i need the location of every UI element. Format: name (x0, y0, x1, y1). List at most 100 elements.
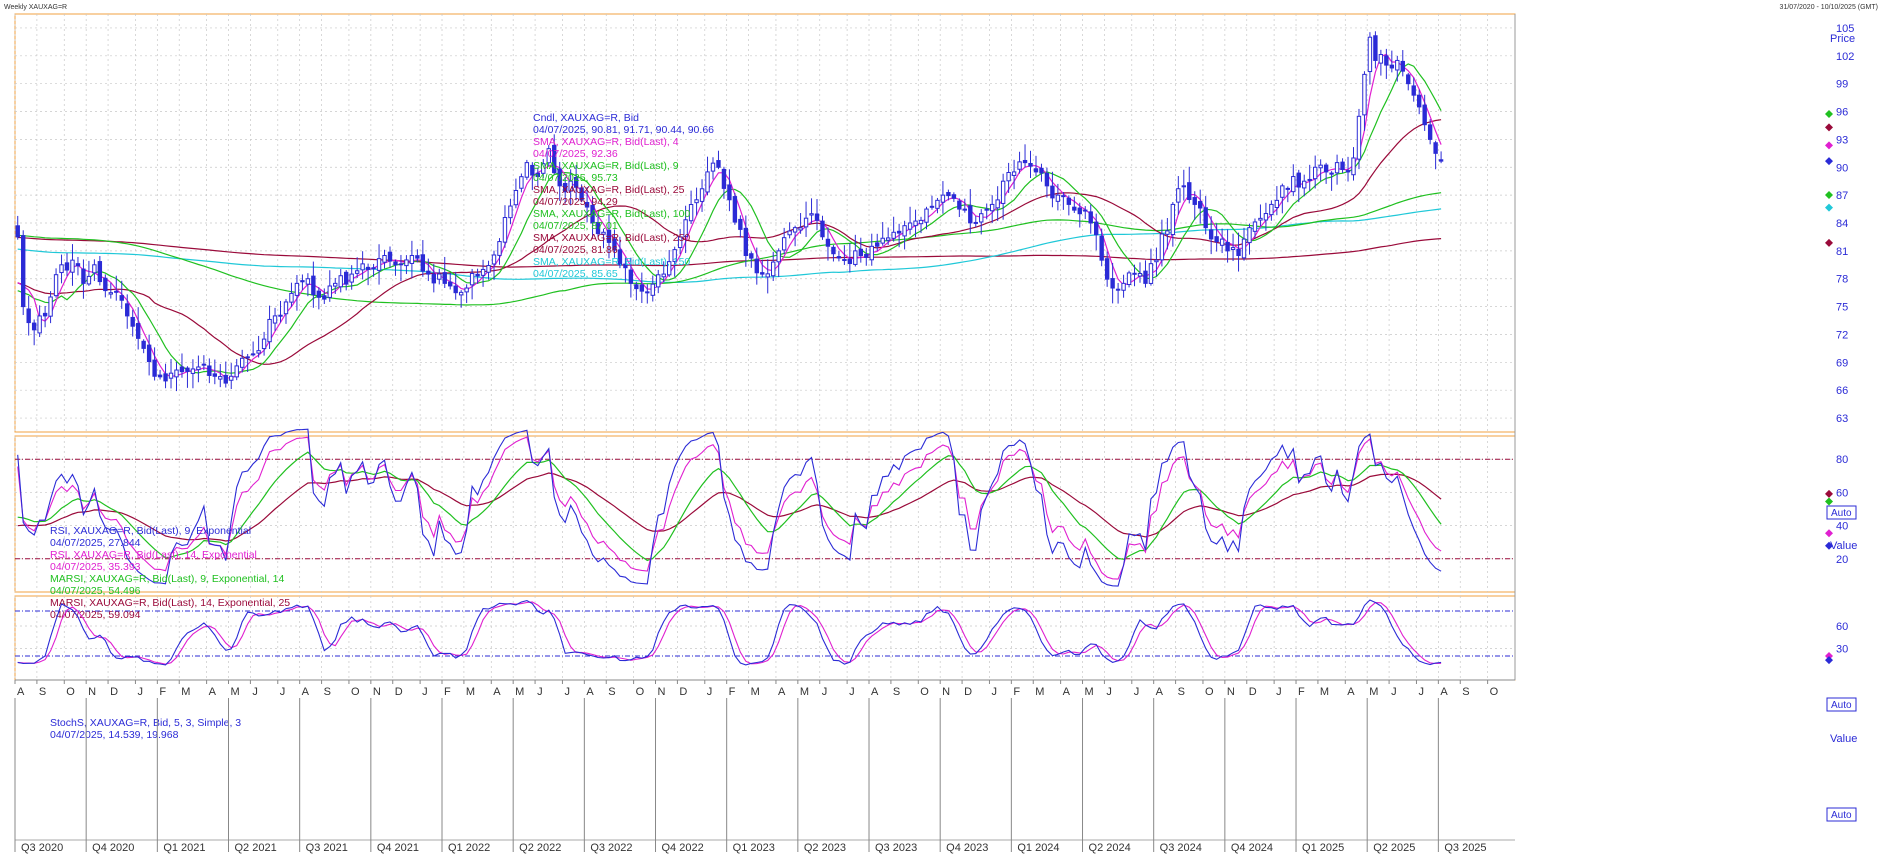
x-month-tick-34: J (822, 686, 828, 698)
price-y-tick-96: 96 (1836, 107, 1848, 119)
price-y-tick-93: 93 (1836, 134, 1848, 146)
candle (1126, 270, 1132, 288)
x-month-tick-16: D (395, 686, 403, 698)
x-month-tick-42: F (1013, 686, 1020, 698)
price-axis-label: Price (1830, 33, 1855, 45)
rsi-y-tick-40: 40 (1836, 521, 1848, 533)
rsi-legend-name-2: MARSI, XAUXAG=R, Bid(Last), 9, Exponenti… (50, 573, 284, 585)
x-quarter-tick-1: Q4 2020 (92, 842, 134, 854)
x-month-tick-21: M (515, 686, 524, 698)
stoch-auto-label: Auto (1831, 810, 1852, 821)
stoch-legend-value-0: 04/07/2025, 14.539, 19.968 (50, 729, 179, 741)
x-month-tick-19: M (466, 686, 475, 698)
x-quarter-tick-20: Q3 2025 (1444, 842, 1486, 854)
x-month-tick-20: A (493, 686, 501, 698)
x-month-tick-23: J (564, 686, 570, 698)
x-month-tick-32: A (778, 686, 786, 698)
rsi-legend-name-0: RSI, XAUXAG=R, Bid(Last), 9, Exponential (50, 525, 251, 537)
x-month-tick-17: J (422, 686, 428, 698)
x-month-tick-30: F (729, 686, 736, 698)
x-month-tick-14: O (351, 686, 360, 698)
x-quarter-tick-4: Q3 2021 (306, 842, 348, 854)
x-quarter-tick-10: Q1 2023 (733, 842, 775, 854)
x-month-tick-62: O (1490, 686, 1499, 698)
stoch-auto-button[interactable]: Auto (1826, 807, 1857, 822)
chart-background (0, 0, 1882, 858)
x-month-tick-5: J (137, 686, 143, 698)
rsi-auto-button[interactable]: Auto (1826, 697, 1857, 712)
x-month-tick-3: N (88, 686, 96, 698)
price-legend-value-2: 04/07/2025, 95.73 (533, 172, 618, 184)
price-y-tick-78: 78 (1836, 274, 1848, 286)
x-month-tick-61: S (1462, 686, 1469, 698)
x-month-tick-45: M (1085, 686, 1094, 698)
x-quarter-tick-7: Q2 2022 (519, 842, 561, 854)
price-legend-value-1: 04/07/2025, 92.36 (533, 148, 618, 160)
x-month-tick-38: O (920, 686, 929, 698)
x-month-tick-54: F (1298, 686, 1305, 698)
x-month-tick-27: N (658, 686, 666, 698)
price-y-tick-69: 69 (1836, 357, 1848, 369)
x-month-tick-39: N (942, 686, 950, 698)
x-month-tick-33: M (800, 686, 809, 698)
price-legend-value-3: 04/07/2025, 94.29 (533, 196, 618, 208)
x-month-tick-24: A (586, 686, 594, 698)
price-legend-name-1: SMA, XAUXAG=R, Bid(Last), 4 (533, 136, 679, 148)
x-month-tick-51: N (1227, 686, 1235, 698)
x-month-tick-56: A (1347, 686, 1355, 698)
stoch-y-tick-60: 60 (1836, 621, 1848, 633)
x-month-tick-28: D (679, 686, 687, 698)
price-y-tick-99: 99 (1836, 79, 1848, 91)
window-title: Weekly XAUXAG=R (4, 4, 67, 11)
x-month-tick-10: J (252, 686, 258, 698)
x-month-tick-44: A (1063, 686, 1071, 698)
price-auto-label: Auto (1831, 508, 1852, 519)
price-legend-name-5: SMA, XAUXAG=R, Bid(Last), 250 (533, 232, 690, 244)
x-quarter-tick-8: Q3 2022 (590, 842, 632, 854)
x-month-tick-12: A (302, 686, 310, 698)
x-quarter-tick-18: Q1 2025 (1302, 842, 1344, 854)
x-month-tick-35: J (849, 686, 855, 698)
rsi-legend-value-2: 04/07/2025, 54.496 (50, 585, 141, 597)
stoch-axis-label: Value (1830, 733, 1857, 745)
x-month-tick-52: D (1249, 686, 1257, 698)
price-y-tick-84: 84 (1836, 218, 1848, 230)
rsi-legend-name-1: RSI, XAUXAG=R, Bid(Last), 14, Exponentia… (50, 549, 257, 561)
x-month-tick-7: M (181, 686, 190, 698)
price-legend-name-6: SMA, XAUXAG=R, Bid(Last), 150 (533, 256, 690, 268)
x-quarter-tick-5: Q4 2021 (377, 842, 419, 854)
price-auto-button[interactable]: Auto (1826, 505, 1857, 520)
x-quarter-tick-3: Q2 2021 (235, 842, 277, 854)
price-y-tick-90: 90 (1836, 162, 1848, 174)
x-month-tick-37: S (893, 686, 900, 698)
price-y-tick-81: 81 (1836, 246, 1848, 258)
x-month-tick-4: D (110, 686, 118, 698)
x-month-tick-41: J (991, 686, 997, 698)
x-month-tick-6: F (159, 686, 166, 698)
x-month-tick-57: M (1369, 686, 1378, 698)
chart-canvas: Weekly XAUXAG=R 31/07/2020 - 10/10/2025 … (0, 0, 1882, 858)
price-legend-value-0: 04/07/2025, 90.81, 91.71, 90.44, 90.66 (533, 124, 714, 136)
x-month-tick-8: A (209, 686, 217, 698)
x-month-tick-15: N (373, 686, 381, 698)
x-month-tick-50: O (1205, 686, 1214, 698)
x-month-tick-26: O (636, 686, 645, 698)
rsi-y-tick-80: 80 (1836, 454, 1848, 466)
x-quarter-tick-2: Q1 2021 (163, 842, 205, 854)
stoch-y-tick-30: 30 (1836, 644, 1848, 656)
price-legend-value-6: 04/07/2025, 85.65 (533, 268, 618, 280)
rsi-y-tick-20: 20 (1836, 554, 1848, 566)
x-month-tick-13: S (324, 686, 331, 698)
x-month-tick-25: S (608, 686, 615, 698)
x-month-tick-29: J (707, 686, 713, 698)
candle (21, 230, 26, 316)
x-quarter-tick-14: Q1 2024 (1017, 842, 1059, 854)
x-month-tick-22: J (537, 686, 543, 698)
x-month-tick-9: M (231, 686, 240, 698)
x-quarter-tick-6: Q1 2022 (448, 842, 490, 854)
x-month-tick-2: O (66, 686, 75, 698)
candle (732, 192, 738, 225)
x-quarter-tick-0: Q3 2020 (21, 842, 63, 854)
price-legend-value-5: 04/07/2025, 81.86 (533, 244, 618, 256)
price-y-tick-87: 87 (1836, 190, 1848, 202)
